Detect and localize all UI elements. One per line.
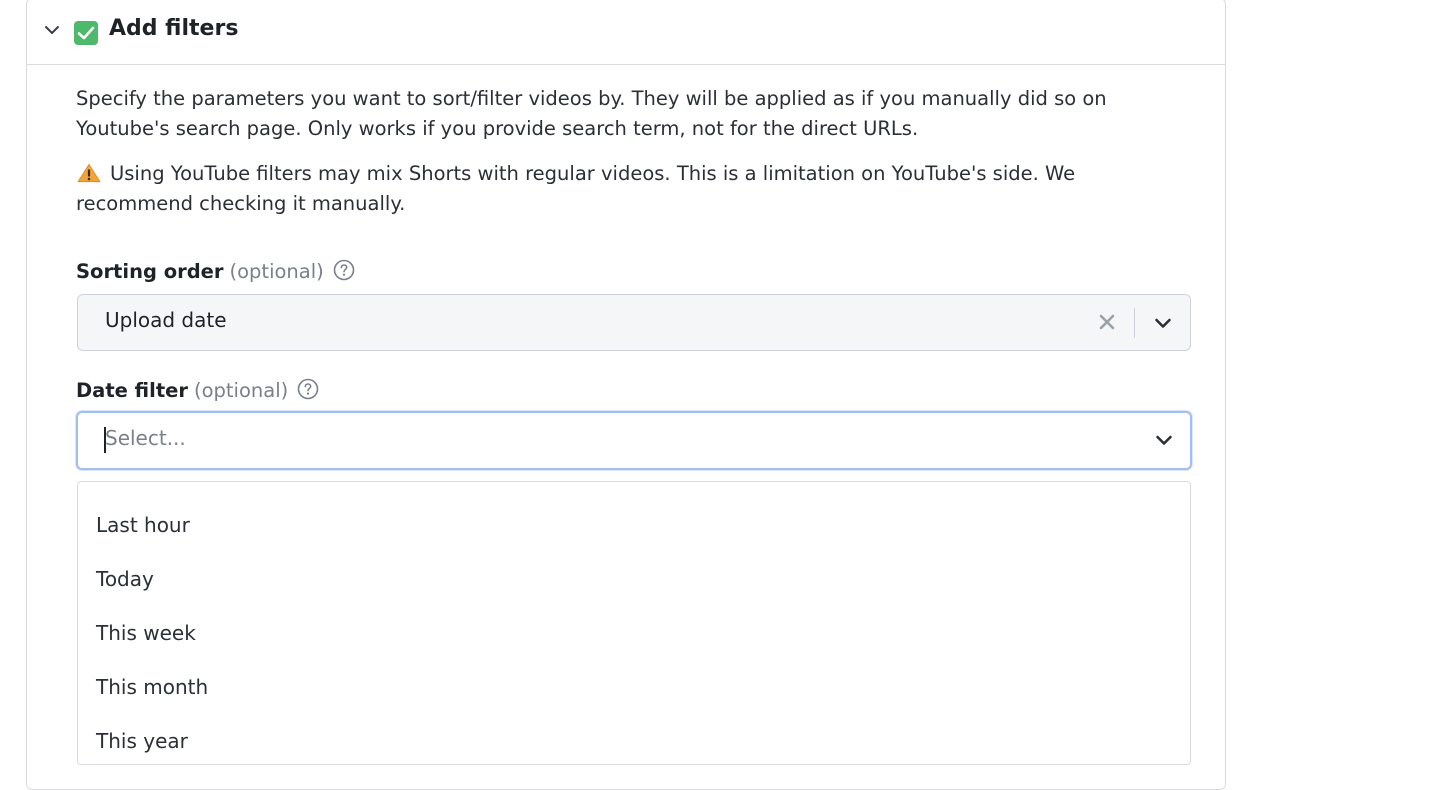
sorting-order-optional: (optional)	[229, 260, 324, 283]
select-divider	[1134, 308, 1135, 338]
clear-icon[interactable]	[1098, 313, 1116, 331]
sorting-order-label: Sorting order (optional)	[76, 259, 355, 283]
warning-note: Using YouTube filters may mix Shorts wit…	[76, 159, 1186, 219]
date-filter-optional: (optional)	[193, 379, 289, 402]
menu-option-label: This week	[96, 621, 196, 645]
menu-option-this-week[interactable]: This week	[78, 600, 1190, 654]
help-icon[interactable]	[297, 378, 319, 400]
help-icon[interactable]	[333, 259, 355, 281]
date-filter-label-text: Date filter	[76, 379, 188, 402]
menu-option-this-month[interactable]: This month	[78, 654, 1190, 708]
date-filter-placeholder: Select...	[105, 426, 186, 450]
menu-option-last-hour[interactable]: Last hour	[78, 492, 1190, 546]
menu-option-label: This month	[96, 675, 209, 699]
menu-option-this-year[interactable]: This year	[78, 708, 1190, 762]
sorting-order-label-text: Sorting order	[76, 260, 224, 283]
date-filter-menu: Last hour Today This week This month Thi…	[77, 481, 1191, 765]
warning-text: Using YouTube filters may mix Shorts wit…	[76, 162, 1076, 215]
sorting-order-select[interactable]: Upload date	[77, 294, 1191, 351]
panel-title: Add filters	[109, 16, 239, 41]
chevron-down-icon[interactable]	[43, 21, 61, 39]
chevron-down-icon[interactable]	[1153, 313, 1173, 333]
date-filter-label: Date filter (optional)	[76, 378, 319, 402]
menu-option-today[interactable]: Today	[78, 546, 1190, 600]
date-filter-select[interactable]: Select...	[76, 411, 1192, 470]
menu-option-label: This year	[96, 729, 188, 753]
panel-header[interactable]: Add filters	[27, 0, 1225, 65]
sorting-order-value: Upload date	[105, 308, 227, 332]
warning-icon	[77, 163, 101, 183]
chevron-down-icon[interactable]	[1154, 430, 1174, 450]
menu-option-label: Today	[96, 567, 154, 591]
section-description: Specify the parameters you want to sort/…	[76, 87, 1107, 140]
menu-option-label: Last hour	[96, 513, 190, 537]
check-icon	[74, 21, 98, 45]
